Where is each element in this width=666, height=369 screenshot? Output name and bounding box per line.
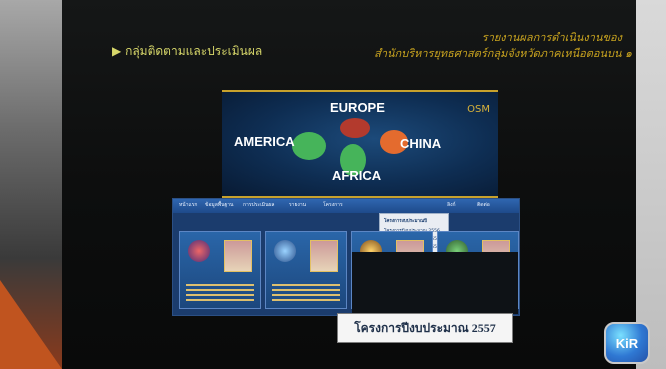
world-map-banner: EUROPE AMERICA CHINA AFRICA OSM <box>222 90 498 198</box>
dropdown-header: โครงการงบประมาณปี <box>384 219 427 224</box>
left-decorative-strip <box>0 0 62 369</box>
nav-item[interactable]: โครงการ <box>323 201 343 209</box>
section-title: ▶ กลุ่มติดตามและประเมินผล <box>112 42 262 61</box>
banner-label-europe: EUROPE <box>330 100 385 115</box>
nav-item[interactable]: ติดต่อ <box>477 201 490 209</box>
presentation-slide: ▶ กลุ่มติดตามและประเมินผล รายงานผลการดำเ… <box>0 0 666 369</box>
nav-item[interactable]: ลิงก์ <box>447 201 456 209</box>
province-logo-icon <box>188 240 210 262</box>
triangle-bullet-icon: ▶ <box>112 44 122 58</box>
orange-wedge <box>0 280 62 369</box>
kir-logo-text: KiR <box>615 335 639 351</box>
site-nav-bar: หน้าแรก ข้อมูลพื้นฐาน การประเมินผล รายงา… <box>173 199 519 213</box>
map-americas-shape <box>292 132 326 160</box>
nav-item[interactable]: การประเมินผล <box>243 201 274 209</box>
governor-photo <box>224 240 252 272</box>
card-text-lines <box>272 284 340 302</box>
card-text-lines <box>186 284 254 302</box>
governor-photo <box>310 240 338 272</box>
caption-box: โครงการปีงบประมาณ 2557 <box>337 313 513 343</box>
caption-text: โครงการปีงบประมาณ 2557 <box>354 320 496 335</box>
spotlight-overlay-body <box>352 252 518 314</box>
banner-label-america: AMERICA <box>234 134 295 149</box>
map-europe-shape <box>340 118 370 138</box>
province-logo-icon <box>274 240 296 262</box>
osm-logo: OSM <box>467 104 490 115</box>
nav-item[interactable]: ข้อมูลพื้นฐาน <box>205 201 233 209</box>
report-title-line-2: สำนักบริหารยุทธศาสตร์กลุ่มจังหวัดภาคเหนื… <box>374 47 632 60</box>
kir-logo: KiR <box>604 322 650 364</box>
banner-label-africa: AFRICA <box>332 168 382 183</box>
nav-item[interactable]: รายงาน <box>289 201 306 209</box>
banner-label-china: CHINA <box>400 136 442 151</box>
province-card[interactable] <box>179 231 261 309</box>
nav-item[interactable]: หน้าแรก <box>179 201 197 209</box>
province-card[interactable] <box>265 231 347 309</box>
section-title-text: กลุ่มติดตามและประเมินผล <box>125 44 263 58</box>
right-decorative-strip <box>636 0 666 369</box>
